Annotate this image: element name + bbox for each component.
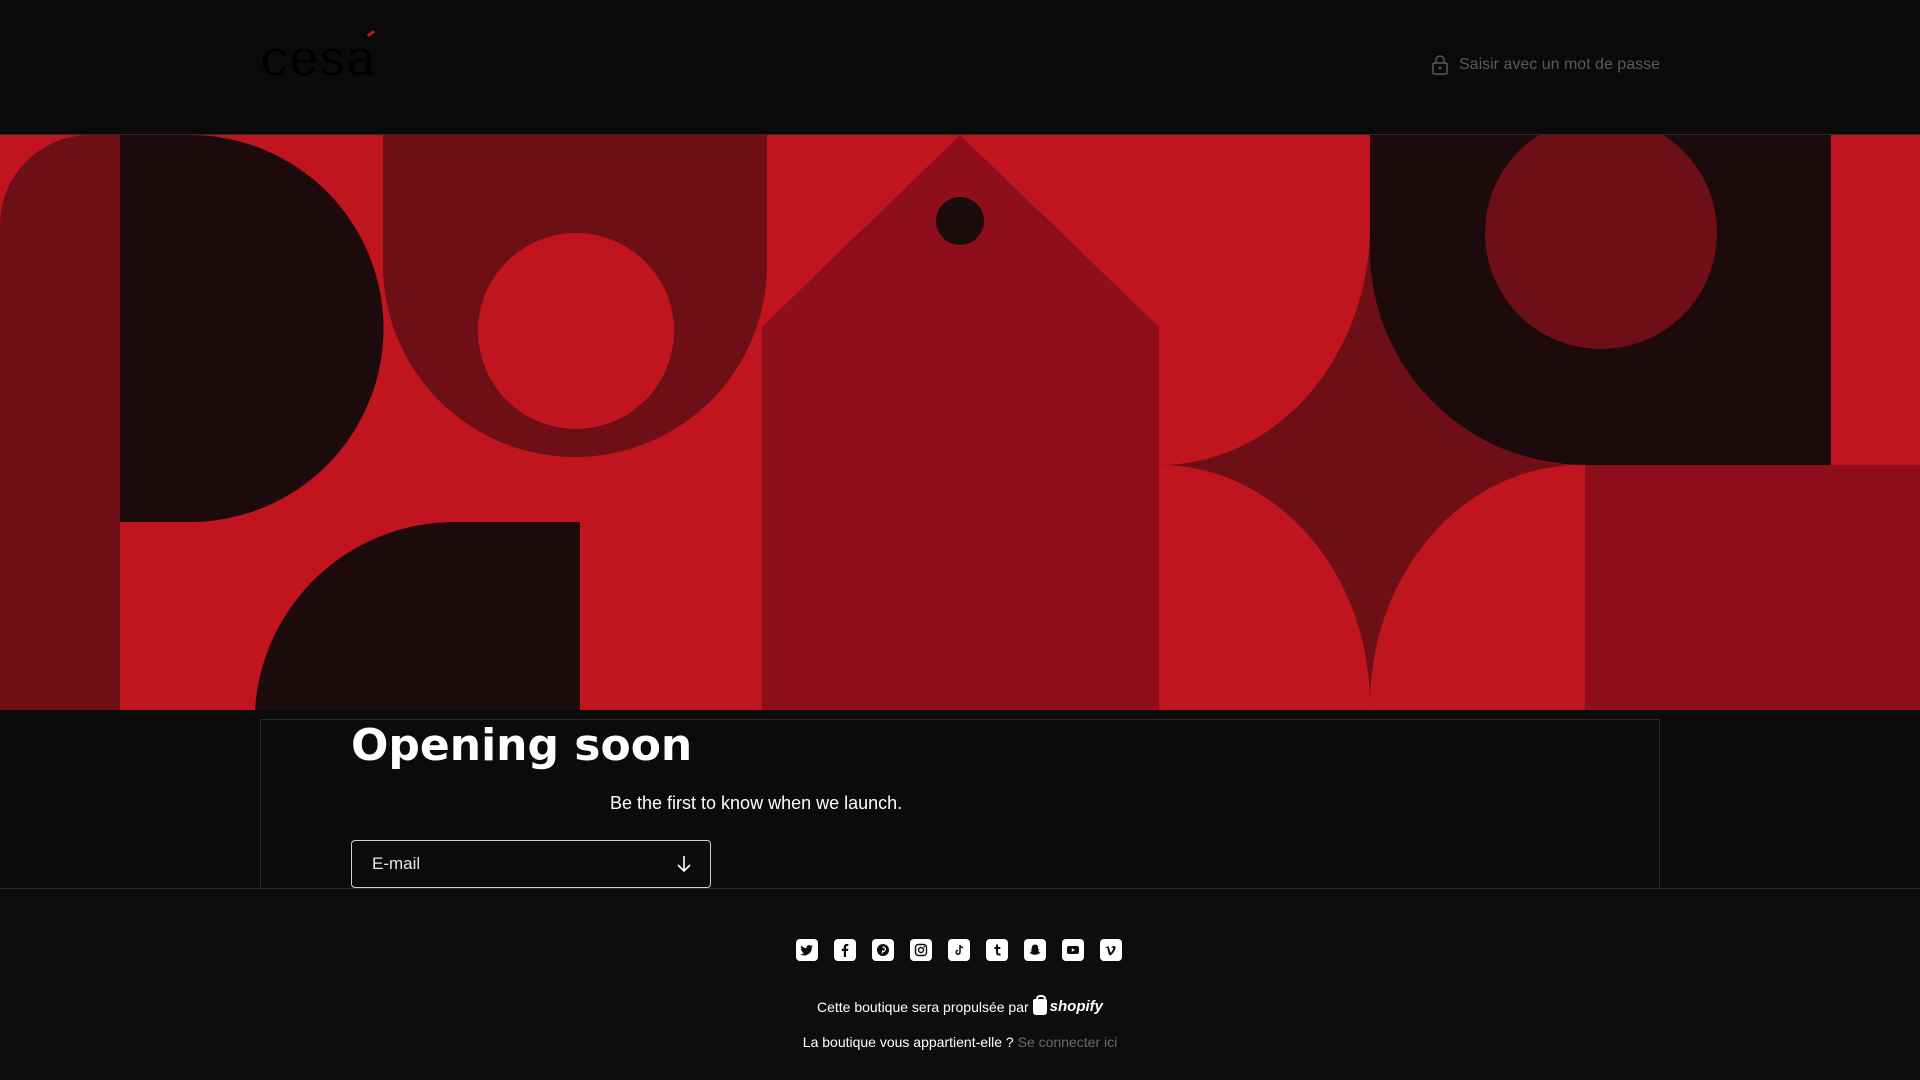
vimeo-icon[interactable] [1100,939,1122,961]
email-form [351,840,711,888]
facebook-icon[interactable] [834,939,856,961]
shopify-bag-icon [1032,994,1047,1015]
logo-text: cesa [260,29,378,87]
password-link-label: Saisir avec un mot de passe [1459,56,1660,73]
site-header: cesa Saisir avec un mot de passe [0,0,1920,135]
owner-text: La boutique vous appartient-elle ? [802,1034,1014,1050]
powered-text: Cette boutique sera propulsée par [816,998,1029,1015]
powered-by: Cette boutique sera propulsée par shopif… [0,994,1920,1015]
instagram-icon[interactable] [910,939,932,961]
pinterest-icon[interactable] [872,939,894,961]
password-login-link[interactable]: Saisir avec un mot de passe [1431,52,1660,78]
email-input[interactable] [352,841,652,887]
page-subtitle: Be the first to know when we launch. [610,793,903,813]
login-link[interactable]: Se connecter ici [1018,1034,1118,1050]
hero-banner [0,135,1920,710]
youtube-icon[interactable] [1062,939,1084,961]
store-logo[interactable]: cesa [260,28,377,88]
site-footer: Cette boutique sera propulsée par shopif… [0,888,1920,1080]
lock-icon [1432,55,1448,75]
store-owner-line: La boutique vous appartient-elle ? Se co… [0,1034,1920,1050]
snapchat-icon[interactable] [1024,939,1046,961]
arrow-down-icon [677,856,691,873]
subscribe-button[interactable] [668,848,700,880]
geometric-banner-art [0,135,1920,710]
tumblr-icon[interactable] [986,939,1008,961]
tiktok-icon[interactable] [948,939,970,961]
twitter-icon[interactable] [796,939,818,961]
shopify-brand: shopify [1049,998,1104,1015]
page-title: Opening soon [351,720,693,771]
shopify-link[interactable]: shopify [1032,994,1104,1015]
social-links [796,939,1122,961]
